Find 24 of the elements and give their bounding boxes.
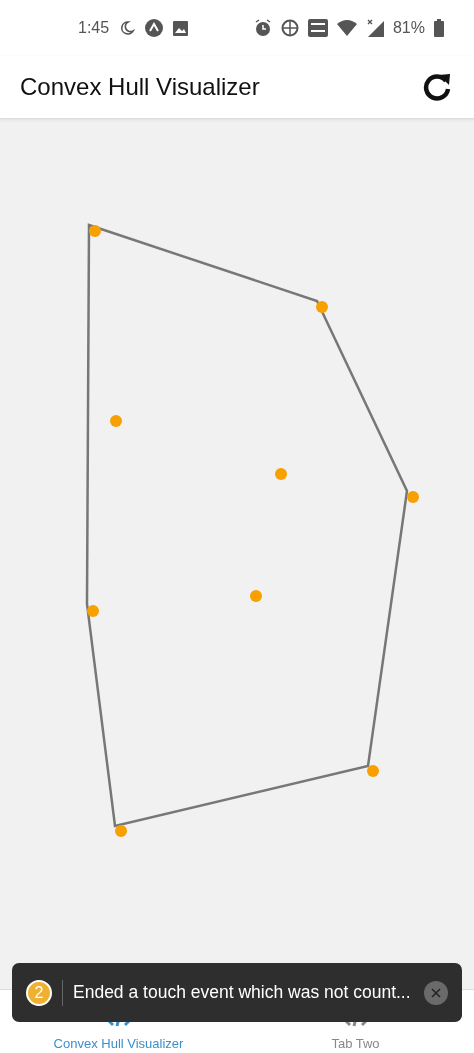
app-title: Convex Hull Visualizer <box>20 73 260 101</box>
wifi-icon <box>336 20 357 36</box>
point[interactable] <box>407 491 419 503</box>
close-icon <box>431 987 441 998</box>
app-icon <box>145 19 164 37</box>
status-time: 1:45 <box>78 19 110 37</box>
point[interactable] <box>115 825 127 837</box>
count-badge: 2 <box>26 979 52 1006</box>
point[interactable] <box>87 605 99 617</box>
data-saver-icon <box>280 19 299 37</box>
point[interactable] <box>250 590 262 602</box>
battery-icon <box>434 19 444 37</box>
signal-icon <box>365 19 384 37</box>
battery-percent: 81% <box>392 19 425 37</box>
point[interactable] <box>89 225 101 237</box>
alarm-icon <box>253 19 272 37</box>
moon-icon <box>119 20 136 36</box>
toast-message: Ended a touch event which was not count... <box>73 982 412 1003</box>
point[interactable] <box>110 415 122 427</box>
image-icon <box>173 20 189 36</box>
close-button[interactable] <box>424 980 448 1005</box>
point[interactable] <box>275 468 287 480</box>
point[interactable] <box>316 301 328 313</box>
point[interactable] <box>367 765 379 777</box>
